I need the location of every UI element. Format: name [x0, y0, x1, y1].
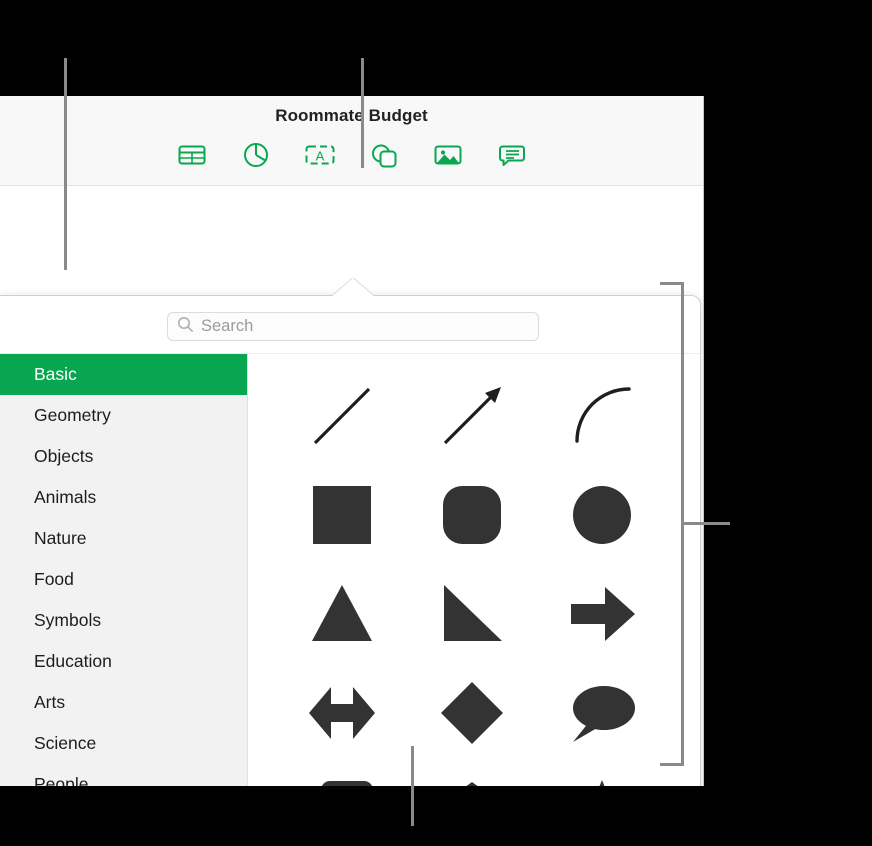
popover-arrow [331, 278, 375, 297]
toolbar-button-row: A [0, 138, 703, 172]
shape-double-arrow[interactable] [277, 663, 407, 762]
shape-curved-line[interactable] [537, 366, 667, 465]
sidebar-item-animals[interactable]: Animals [0, 477, 247, 518]
shape-right-triangle[interactable] [407, 564, 537, 663]
sidebar-item-label: Objects [34, 446, 94, 466]
shapes-popover: Search Basic Geometry Objects Animals Na… [0, 295, 701, 786]
sidebar-item-label: Geometry [34, 405, 111, 425]
search-icon [177, 316, 194, 338]
shape-arrow-line[interactable] [407, 366, 537, 465]
shape-button[interactable] [365, 138, 403, 172]
sidebar-item-label: Basic [34, 364, 77, 384]
sidebar-item-label: Arts [34, 692, 66, 712]
chart-button[interactable] [237, 138, 275, 172]
shape-speech-bubble-oval[interactable] [537, 663, 667, 762]
sidebar-item-geometry[interactable]: Geometry [0, 395, 247, 436]
shape-rounded-square[interactable] [407, 465, 537, 564]
callout-bracket-leader-line [684, 522, 730, 525]
table-icon [177, 142, 207, 168]
shape-star[interactable] [537, 762, 667, 786]
star-shape-icon [565, 775, 639, 786]
callout-line-shapes-grid [411, 746, 414, 826]
shapes-grid [249, 366, 689, 786]
triangle-shape-icon [305, 577, 379, 651]
callout-bracket-shapes [660, 282, 684, 766]
callout-line-categories [64, 58, 67, 270]
media-icon [433, 142, 463, 168]
sidebar-item-label: Science [34, 733, 97, 753]
sidebar-item-science[interactable]: Science [0, 723, 247, 764]
search-input[interactable]: Search [201, 318, 253, 335]
svg-text:A: A [315, 149, 324, 164]
curved-line-shape-icon [565, 379, 639, 453]
popover-search-bar: Search [0, 296, 700, 354]
arrow-line-shape-icon [435, 379, 509, 453]
sidebar-item-label: Symbols [34, 610, 102, 630]
shape-icon [369, 141, 399, 169]
shape-speech-bubble-rect[interactable] [277, 762, 407, 786]
shape-circle[interactable] [537, 465, 667, 564]
square-shape-icon [305, 478, 379, 552]
right-arrow-shape-icon [565, 577, 639, 651]
speech-bubble-oval-shape-icon [565, 676, 639, 750]
table-button[interactable] [173, 138, 211, 172]
sidebar-item-education[interactable]: Education [0, 641, 247, 682]
shapes-pane [249, 354, 700, 786]
category-sidebar[interactable]: Basic Geometry Objects Animals Nature Fo… [0, 354, 248, 786]
shape-line[interactable] [277, 366, 407, 465]
document-title: Roommate Budget [275, 106, 428, 125]
right-triangle-shape-icon [435, 577, 509, 651]
sidebar-item-basic[interactable]: Basic [0, 354, 247, 395]
sidebar-item-objects[interactable]: Objects [0, 436, 247, 477]
shape-pentagon[interactable] [407, 762, 537, 786]
sidebar-item-food[interactable]: Food [0, 559, 247, 600]
search-field[interactable]: Search [167, 312, 539, 341]
double-arrow-shape-icon [305, 676, 379, 750]
shape-square[interactable] [277, 465, 407, 564]
chart-icon [242, 141, 270, 169]
shape-triangle[interactable] [277, 564, 407, 663]
sidebar-item-label: Food [34, 569, 74, 589]
pentagon-shape-icon [435, 775, 509, 786]
rounded-square-shape-icon [435, 478, 509, 552]
sidebar-item-label: Nature [34, 528, 87, 548]
shape-right-arrow[interactable] [537, 564, 667, 663]
comment-button[interactable] [493, 138, 531, 172]
text-box-button[interactable]: A [301, 138, 339, 172]
comment-icon [498, 141, 526, 169]
media-button[interactable] [429, 138, 467, 172]
shape-diamond[interactable] [407, 663, 537, 762]
sidebar-item-nature[interactable]: Nature [0, 518, 247, 559]
sidebar-item-label: Education [34, 651, 112, 671]
app-window: Roommate Budget A Search Basic Geometry … [0, 96, 704, 786]
text-box-icon: A [304, 142, 336, 168]
sidebar-item-label: Animals [34, 487, 97, 507]
sidebar-item-people[interactable]: People [0, 764, 247, 786]
sidebar-item-label: People [34, 774, 89, 786]
line-shape-icon [305, 379, 379, 453]
callout-line-shape-tool [361, 58, 364, 168]
sidebar-item-symbols[interactable]: Symbols [0, 600, 247, 641]
circle-shape-icon [565, 478, 639, 552]
sidebar-item-arts[interactable]: Arts [0, 682, 247, 723]
screenshot-root: Roommate Budget A Search Basic Geometry … [0, 0, 872, 846]
app-toolbar: Roommate Budget A [0, 96, 703, 186]
diamond-shape-icon [435, 676, 509, 750]
speech-bubble-rect-shape-icon [305, 775, 379, 786]
